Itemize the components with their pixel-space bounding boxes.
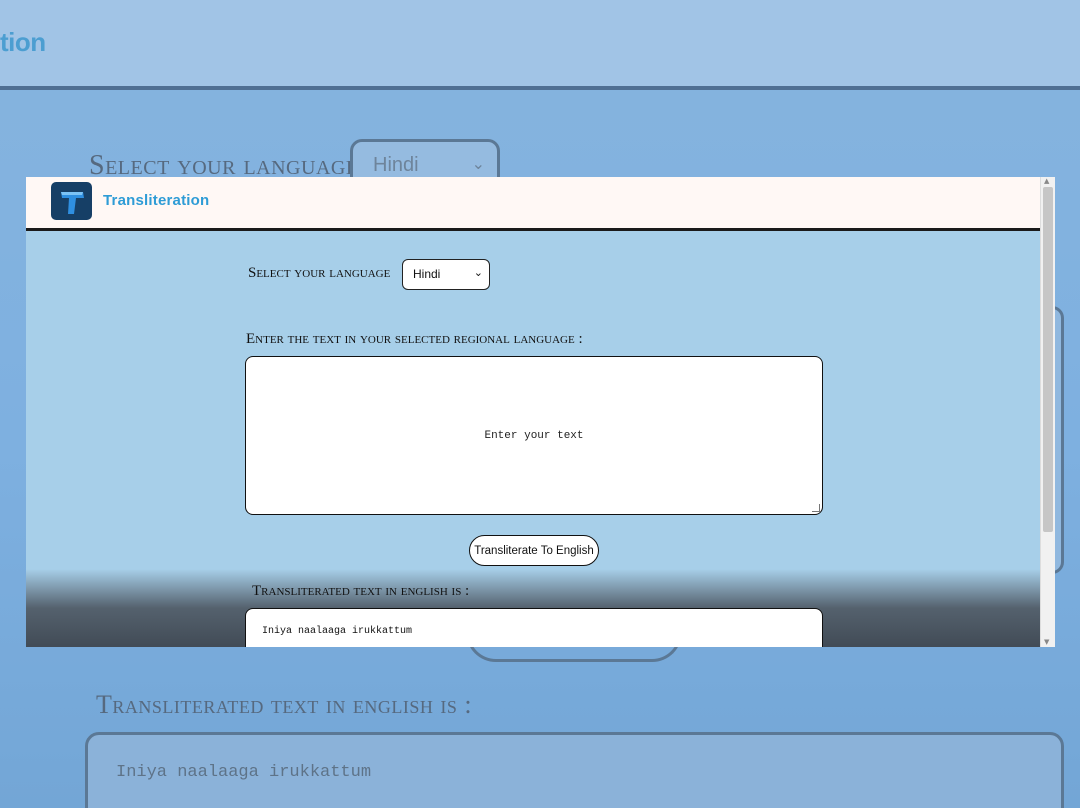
- background-language-value: Hindi: [373, 154, 419, 176]
- scroll-up-icon[interactable]: ▲: [1044, 178, 1049, 185]
- transliterate-button[interactable]: Transliterate To English: [469, 535, 599, 566]
- scroll-down-icon[interactable]: ▼: [1044, 639, 1049, 646]
- background-logo-text: tion: [0, 27, 46, 57]
- vertical-scrollbar[interactable]: ▲ ▼: [1040, 177, 1055, 647]
- background-header: tion: [0, 0, 1080, 90]
- input-placeholder: Enter your text: [484, 429, 584, 442]
- logo-badge[interactable]: [51, 182, 92, 220]
- chevron-down-icon: ⌄: [473, 267, 483, 279]
- app-header: Transliteration: [26, 177, 1040, 231]
- output-box: Iniya naalaaga irukkattum: [245, 608, 823, 647]
- language-select-value: Hindi: [413, 267, 441, 281]
- background-output-label: Transliterated text in english is :: [96, 690, 473, 719]
- app-window: Transliteration Select your language Hin…: [26, 177, 1055, 647]
- chevron-down-icon: ⌄: [471, 156, 485, 173]
- language-label: Select your language: [248, 265, 391, 281]
- background-output-box: Iniya naalaaga irukkattum: [85, 732, 1064, 808]
- output-label: Transliterated text in english is :: [252, 583, 470, 599]
- regional-text-input[interactable]: Enter your text: [245, 356, 823, 515]
- app-name[interactable]: Transliteration: [103, 192, 209, 209]
- scrollbar-thumb[interactable]: [1043, 187, 1053, 532]
- letter-t-icon: [61, 192, 84, 214]
- resize-handle-icon[interactable]: [812, 504, 820, 512]
- language-select[interactable]: Hindi ⌄: [402, 259, 490, 290]
- input-label: Enter the text in your selected regional…: [246, 331, 583, 347]
